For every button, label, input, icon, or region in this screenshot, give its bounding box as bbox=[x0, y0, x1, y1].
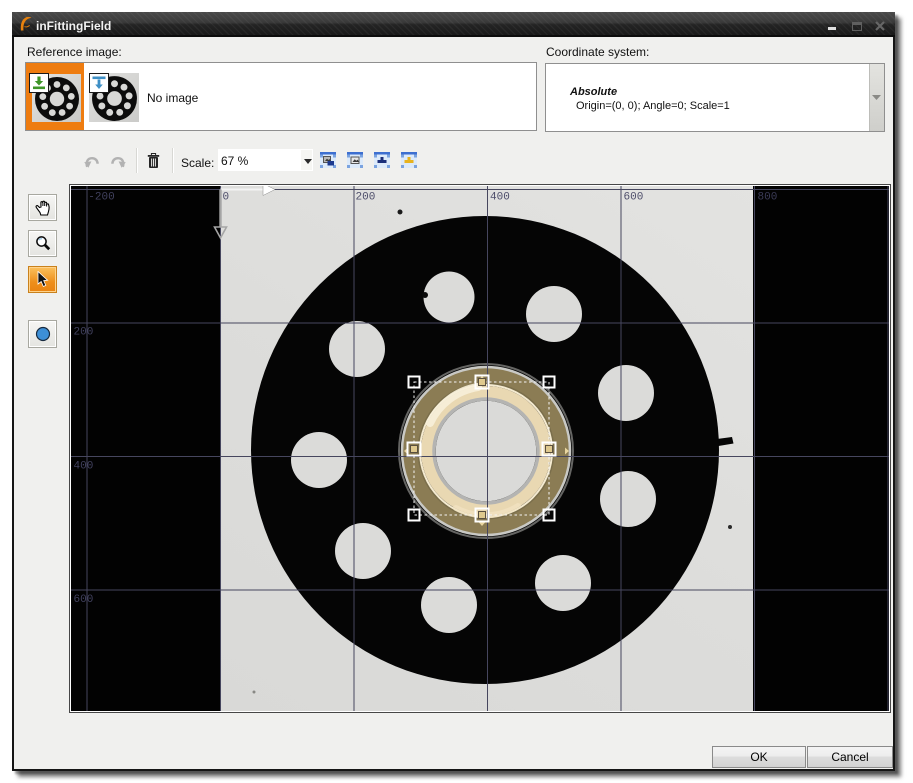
svg-text:0: 0 bbox=[223, 192, 230, 204]
svg-text:800: 800 bbox=[758, 192, 778, 204]
svg-text:400: 400 bbox=[74, 461, 94, 473]
svg-text:-200: -200 bbox=[88, 192, 114, 204]
svg-text:200: 200 bbox=[356, 192, 376, 204]
svg-text:400: 400 bbox=[490, 192, 510, 204]
svg-text:200: 200 bbox=[74, 327, 94, 339]
svg-text:600: 600 bbox=[74, 594, 94, 606]
svg-text:600: 600 bbox=[624, 192, 644, 204]
